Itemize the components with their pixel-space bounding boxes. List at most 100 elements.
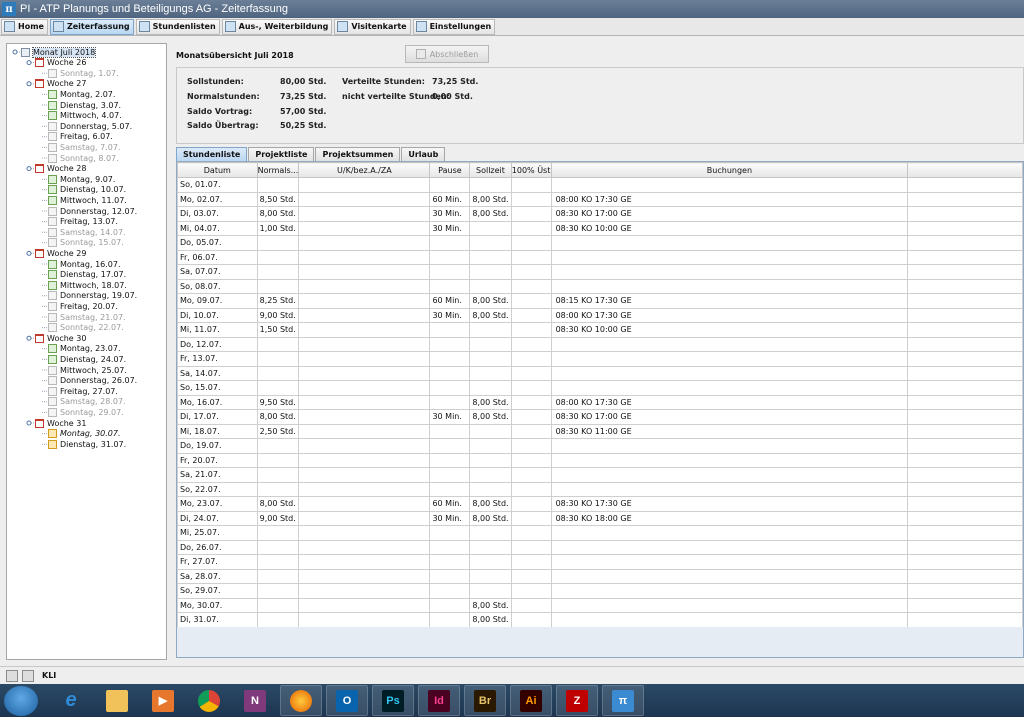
taskbar-app[interactable] bbox=[188, 685, 230, 716]
table-row[interactable]: So, 08.07. bbox=[177, 278, 1023, 294]
table-row[interactable]: So, 01.07. bbox=[177, 177, 1023, 193]
subtab-1[interactable]: Projektliste bbox=[248, 147, 315, 161]
table-row[interactable]: Di, 31.07. 8,00 Std. bbox=[177, 612, 1023, 628]
taskbar-app[interactable]: Id bbox=[418, 685, 460, 716]
table-row[interactable]: Fr, 27.07. bbox=[177, 554, 1023, 570]
table-row[interactable]: Do, 19.07. bbox=[177, 438, 1023, 454]
table-row[interactable]: Mo, 30.07. 8,00 Std. bbox=[177, 597, 1023, 613]
taskbar-app[interactable]: Z bbox=[556, 685, 598, 716]
user-icon[interactable] bbox=[22, 669, 34, 682]
tree-day-item[interactable]: Dienstag, 31.07. bbox=[48, 439, 126, 449]
tree-month-item[interactable]: Monat Juli 2018 bbox=[21, 46, 97, 58]
tree-day-item[interactable]: Freitag, 13.07. bbox=[48, 217, 118, 227]
tree-day-item[interactable]: Samstag, 28.07. bbox=[48, 397, 126, 407]
table-row[interactable]: So, 29.07. bbox=[177, 583, 1023, 599]
subtab-3[interactable]: Urlaub bbox=[401, 147, 446, 161]
table-row[interactable]: Sa, 28.07. bbox=[177, 568, 1023, 584]
tree-day-item[interactable]: Sonntag, 29.07. bbox=[48, 407, 124, 417]
table-row[interactable]: Di, 17.07. 8,00 Std. 30 Min. 8,00 Std. 08:30… bbox=[177, 409, 1023, 425]
tree-day-item[interactable]: Sonntag, 1.07. bbox=[48, 68, 119, 78]
table-row[interactable]: Fr, 20.07. bbox=[177, 452, 1023, 468]
tree-day-item[interactable]: Donnerstag, 19.07. bbox=[48, 291, 137, 301]
tree-day-item[interactable]: Montag, 2.07. bbox=[48, 89, 115, 99]
start-button[interactable] bbox=[4, 685, 38, 716]
table-row[interactable]: So, 22.07. bbox=[177, 481, 1023, 497]
home-icon[interactable] bbox=[6, 669, 18, 682]
table-row[interactable]: Mo, 02.07. 8,50 Std. 60 Min. 8,00 Std. 08:00… bbox=[177, 191, 1023, 207]
tree-day-item[interactable]: Sonntag, 15.07. bbox=[48, 238, 124, 248]
tree-day-item[interactable]: Freitag, 20.07. bbox=[48, 301, 118, 311]
tree-week-item[interactable]: Woche 27 bbox=[35, 79, 86, 89]
toolbar-tab-0[interactable]: Home bbox=[1, 18, 48, 35]
column-header[interactable]: Pause bbox=[429, 162, 471, 178]
tree-day-item[interactable]: Mittwoch, 25.07. bbox=[48, 365, 127, 375]
column-header[interactable]: Buchungen bbox=[550, 162, 909, 178]
taskbar-app[interactable]: Br bbox=[464, 685, 506, 716]
tree-week-item[interactable]: Woche 28 bbox=[35, 164, 86, 174]
column-header[interactable]: Sollzeit bbox=[469, 162, 512, 178]
tree-day-item[interactable]: Sonntag, 22.07. bbox=[48, 323, 124, 333]
tree-week-item[interactable]: Woche 29 bbox=[35, 248, 86, 258]
tree-day-item[interactable]: Mittwoch, 4.07. bbox=[48, 111, 122, 121]
tree-day-item[interactable]: Donnerstag, 26.07. bbox=[48, 376, 137, 386]
table-row[interactable]: Sa, 21.07. bbox=[177, 467, 1023, 483]
taskbar-app[interactable]: ▶ bbox=[142, 685, 184, 716]
tree-day-item[interactable]: Sonntag, 8.07. bbox=[48, 153, 119, 163]
table-row[interactable]: Do, 26.07. bbox=[177, 539, 1023, 555]
tree-day-item[interactable]: Samstag, 21.07. bbox=[48, 312, 126, 322]
taskbar-app[interactable]: e bbox=[50, 685, 92, 716]
tree-week-item[interactable]: Woche 26 bbox=[35, 58, 86, 68]
column-header[interactable] bbox=[907, 162, 1023, 178]
table-row[interactable]: Fr, 06.07. bbox=[177, 249, 1023, 265]
taskbar-app[interactable]: O bbox=[326, 685, 368, 716]
table-row[interactable]: Di, 24.07. 9,00 Std. 30 Min. 8,00 Std. 08:30… bbox=[177, 510, 1023, 526]
table-row[interactable]: Sa, 14.07. bbox=[177, 365, 1023, 381]
column-header[interactable]: Datum bbox=[177, 162, 258, 178]
toolbar-tab-3[interactable]: Aus-, Weiterbildung bbox=[221, 18, 333, 35]
column-header[interactable]: 100% Üst bbox=[510, 162, 552, 178]
hours-table-container[interactable]: Datum Normals... U/K/bez.A./ZA Pause Sollzei… bbox=[176, 161, 1024, 658]
subtab-2[interactable]: Projektsummen bbox=[315, 147, 401, 161]
taskbar-app[interactable] bbox=[96, 685, 138, 716]
table-row[interactable]: Do, 12.07. bbox=[177, 336, 1023, 352]
tree-week-item[interactable]: Woche 30 bbox=[35, 333, 86, 343]
tree-day-item[interactable]: Donnerstag, 12.07. bbox=[48, 206, 137, 216]
close-month-button[interactable]: Abschließen bbox=[405, 45, 489, 63]
table-row[interactable]: Di, 10.07. 9,00 Std. 30 Min. 8,00 Std. 08:00… bbox=[177, 307, 1023, 323]
tree-day-item[interactable]: Montag, 16.07. bbox=[48, 259, 121, 269]
taskbar-app[interactable]: π bbox=[602, 685, 644, 716]
toolbar-tab-2[interactable]: Stundenlisten bbox=[135, 18, 220, 35]
toolbar-tab-4[interactable]: Visitenkarte bbox=[334, 18, 411, 35]
table-row[interactable]: Mi, 25.07. bbox=[177, 525, 1023, 541]
tree-day-item[interactable]: Samstag, 7.07. bbox=[48, 142, 121, 152]
subtab-0[interactable]: Stundenliste bbox=[176, 147, 248, 161]
toolbar-tab-5[interactable]: Einstellungen bbox=[412, 18, 496, 35]
table-row[interactable]: Mo, 23.07. 8,00 Std. 60 Min. 8,00 Std. 08:30… bbox=[177, 496, 1023, 512]
tree-day-item[interactable]: Montag, 30.07. bbox=[48, 429, 121, 439]
tree-day-item[interactable]: Freitag, 27.07. bbox=[48, 386, 118, 396]
taskbar-app[interactable] bbox=[280, 685, 322, 716]
table-row[interactable]: Do, 05.07. bbox=[177, 235, 1023, 251]
tree-day-item[interactable]: Donnerstag, 5.07. bbox=[48, 121, 132, 131]
tree-day-item[interactable]: Mittwoch, 18.07. bbox=[48, 280, 127, 290]
tree-day-item[interactable]: Dienstag, 24.07. bbox=[48, 354, 126, 364]
tree-day-item[interactable]: Montag, 23.07. bbox=[48, 344, 121, 354]
column-header[interactable]: Normals... bbox=[256, 162, 300, 178]
month-tree[interactable]: Monat Juli 2018 Woche 26 Sonntag, 1.07. Woc… bbox=[6, 43, 167, 660]
table-row[interactable]: Fr, 13.07. bbox=[177, 351, 1023, 367]
table-row[interactable]: So, 15.07. bbox=[177, 380, 1023, 396]
tree-day-item[interactable]: Freitag, 6.07. bbox=[48, 132, 113, 142]
tree-day-item[interactable]: Mittwoch, 11.07. bbox=[48, 195, 127, 205]
tree-week-item[interactable]: Woche 31 bbox=[35, 418, 86, 428]
taskbar-app[interactable]: N bbox=[234, 685, 276, 716]
toolbar-tab-1[interactable]: Zeiterfassung bbox=[49, 18, 134, 35]
taskbar-app[interactable]: Ai bbox=[510, 685, 552, 716]
table-row[interactable]: Mi, 18.07. 2,50 Std. 08:30 KO 11:00 GE bbox=[177, 423, 1023, 439]
tree-day-item[interactable]: Samstag, 14.07. bbox=[48, 227, 126, 237]
table-row[interactable]: Mi, 11.07. 1,50 Std. 08:30 KO 10:00 GE bbox=[177, 322, 1023, 338]
tree-day-item[interactable]: Montag, 9.07. bbox=[48, 174, 115, 184]
table-row[interactable]: Sa, 07.07. bbox=[177, 264, 1023, 280]
table-row[interactable]: Mi, 04.07. 1,00 Std. 30 Min. 08:30 KO 10:00… bbox=[177, 220, 1023, 236]
taskbar-app[interactable]: Ps bbox=[372, 685, 414, 716]
table-row[interactable]: Mo, 16.07. 9,50 Std. 8,00 Std. 08:00 KO 17:… bbox=[177, 394, 1023, 410]
